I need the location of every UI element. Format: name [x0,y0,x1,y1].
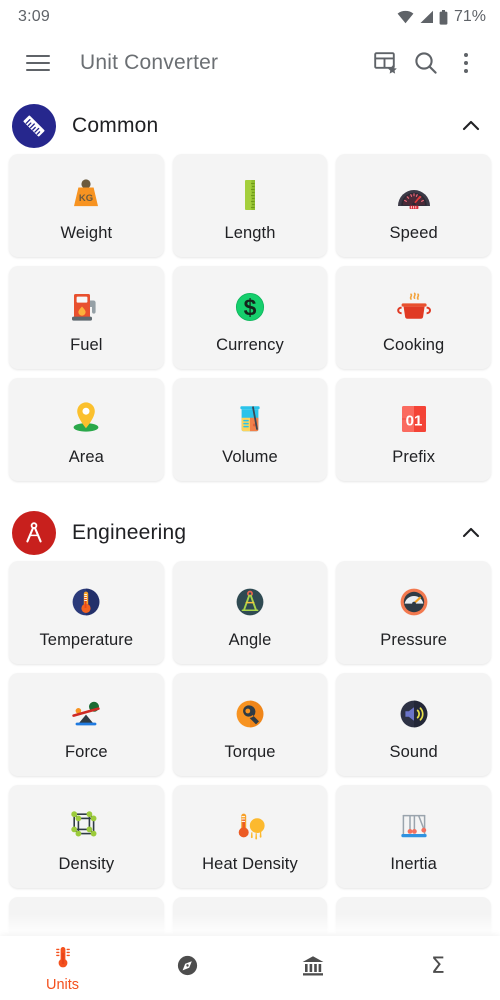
status-time: 3:09 [18,8,50,25]
category-card-angle[interactable]: Angle [172,561,328,664]
thermometer-circle-icon [65,575,107,629]
section-header-engineering[interactable]: Engineering [0,505,500,561]
category-label: Speed [389,224,438,242]
bank-icon [300,953,326,984]
category-card-weight[interactable]: KG Weight [9,154,164,257]
unit-converter-app: 3:09 71% Unit Converter Common KG Weight… [0,0,500,1000]
category-label: Heat Density [202,855,298,873]
hamburger-menu-icon[interactable] [18,43,58,83]
category-label: Currency [216,336,284,354]
page-title: Unit Converter [80,51,219,74]
nav-item-units[interactable]: Units [0,936,125,1000]
category-label: Sound [389,743,438,761]
nav-label-units: Units [45,976,80,993]
category-card-currency[interactable]: $ Currency [172,266,328,369]
category-card-temperature[interactable]: Temperature [9,561,164,664]
chevron-up-icon[interactable] [460,115,482,137]
category-card-sound[interactable]: Sound [336,673,491,776]
category-card-pressure[interactable]: Pressure [336,561,491,664]
svg-text:01: 01 [405,412,422,429]
category-card-volume[interactable]: Volume [172,378,328,481]
cube-lattice-icon [65,799,107,853]
status-indicators: 71% [397,8,486,26]
category-grid-common: KG Weight Length Speed Fuel $ Currency C… [0,154,500,481]
status-bar: 3:09 71% [0,0,500,34]
category-label: Prefix [392,448,436,466]
category-card-speed[interactable]: Speed [336,154,491,257]
wifi-icon [397,10,414,24]
thermometer-icon [50,944,76,975]
category-label: Fuel [70,336,103,354]
flip-number-01-icon: 01 [393,392,435,446]
ruler-vertical-icon [229,168,271,222]
nav-item-compass[interactable] [125,936,250,1000]
wrench-circle-icon [229,687,271,741]
section-title: Engineering [72,521,187,544]
nav-item-bank[interactable] [250,936,375,1000]
category-label: Weight [60,224,113,242]
category-card-length[interactable]: Length [172,154,328,257]
category-card-cooking[interactable]: Cooking [336,266,491,369]
weight-kg-icon: KG [65,168,107,222]
chevron-up-icon[interactable] [460,522,482,544]
dollar-coin-icon: $ [229,280,271,334]
compass-icon [175,953,200,983]
category-card-torque[interactable]: Torque [172,673,328,776]
category-label: Angle [228,631,272,649]
ruler-icon [12,104,56,148]
category-card-inertia[interactable]: Inertia [336,785,491,888]
app-toolbar: Unit Converter [0,34,500,92]
signal-icon [419,10,434,24]
category-card-prefix[interactable]: 01 Prefix [336,378,491,481]
category-label: Inertia [390,855,437,873]
seesaw-balance-icon [65,687,107,741]
category-card-force[interactable]: Force [9,673,164,776]
battery-icon [439,9,448,25]
section-title: Common [72,114,159,137]
sigma-icon: Σ [425,953,451,984]
cooking-pot-icon [393,280,435,334]
category-label: Temperature [39,631,134,649]
pressure-gauge-icon [393,575,435,629]
svg-text:KG: KG [79,193,93,204]
beaker-icon [229,392,271,446]
speedometer-icon [393,168,435,222]
category-label: Area [68,448,104,466]
overflow-menu-icon[interactable] [446,43,486,83]
svg-text:Σ: Σ [431,954,445,979]
category-label: Volume [222,448,278,466]
category-card-heat-density[interactable]: Heat Density [172,785,328,888]
map-pin-icon [65,392,107,446]
search-icon[interactable] [406,43,446,83]
category-label: Pressure [380,631,448,649]
category-grid-engineering: Temperature Angle Pressure Force Torque … [0,561,500,888]
category-card-fuel[interactable]: Fuel [9,266,164,369]
bottom-fade-overlay [0,914,500,936]
section-header-common[interactable]: Common [0,98,500,154]
category-label: Cooking [383,336,445,354]
nav-item-sigma[interactable]: Σ [375,936,500,1000]
category-card-area[interactable]: Area [9,378,164,481]
category-label: Force [64,743,108,761]
bottom-navigation: Units Σ [0,936,500,1000]
favorite-table-icon[interactable] [366,43,406,83]
compass-divider-icon [12,511,56,555]
protractor-compass-icon [229,575,271,629]
category-scroll-area[interactable]: Common KG Weight Length Speed Fuel $ Cur… [0,92,500,1000]
thermometer-sun-icon [229,799,271,853]
category-label: Torque [224,743,276,761]
svg-text:$: $ [244,295,257,321]
newtons-cradle-icon [393,799,435,853]
speaker-sound-icon [393,687,435,741]
battery-percent: 71% [453,8,486,25]
category-label: Density [58,855,115,873]
category-label: Length [224,224,276,242]
category-card-density[interactable]: Density [9,785,164,888]
fuel-pump-icon [65,280,107,334]
